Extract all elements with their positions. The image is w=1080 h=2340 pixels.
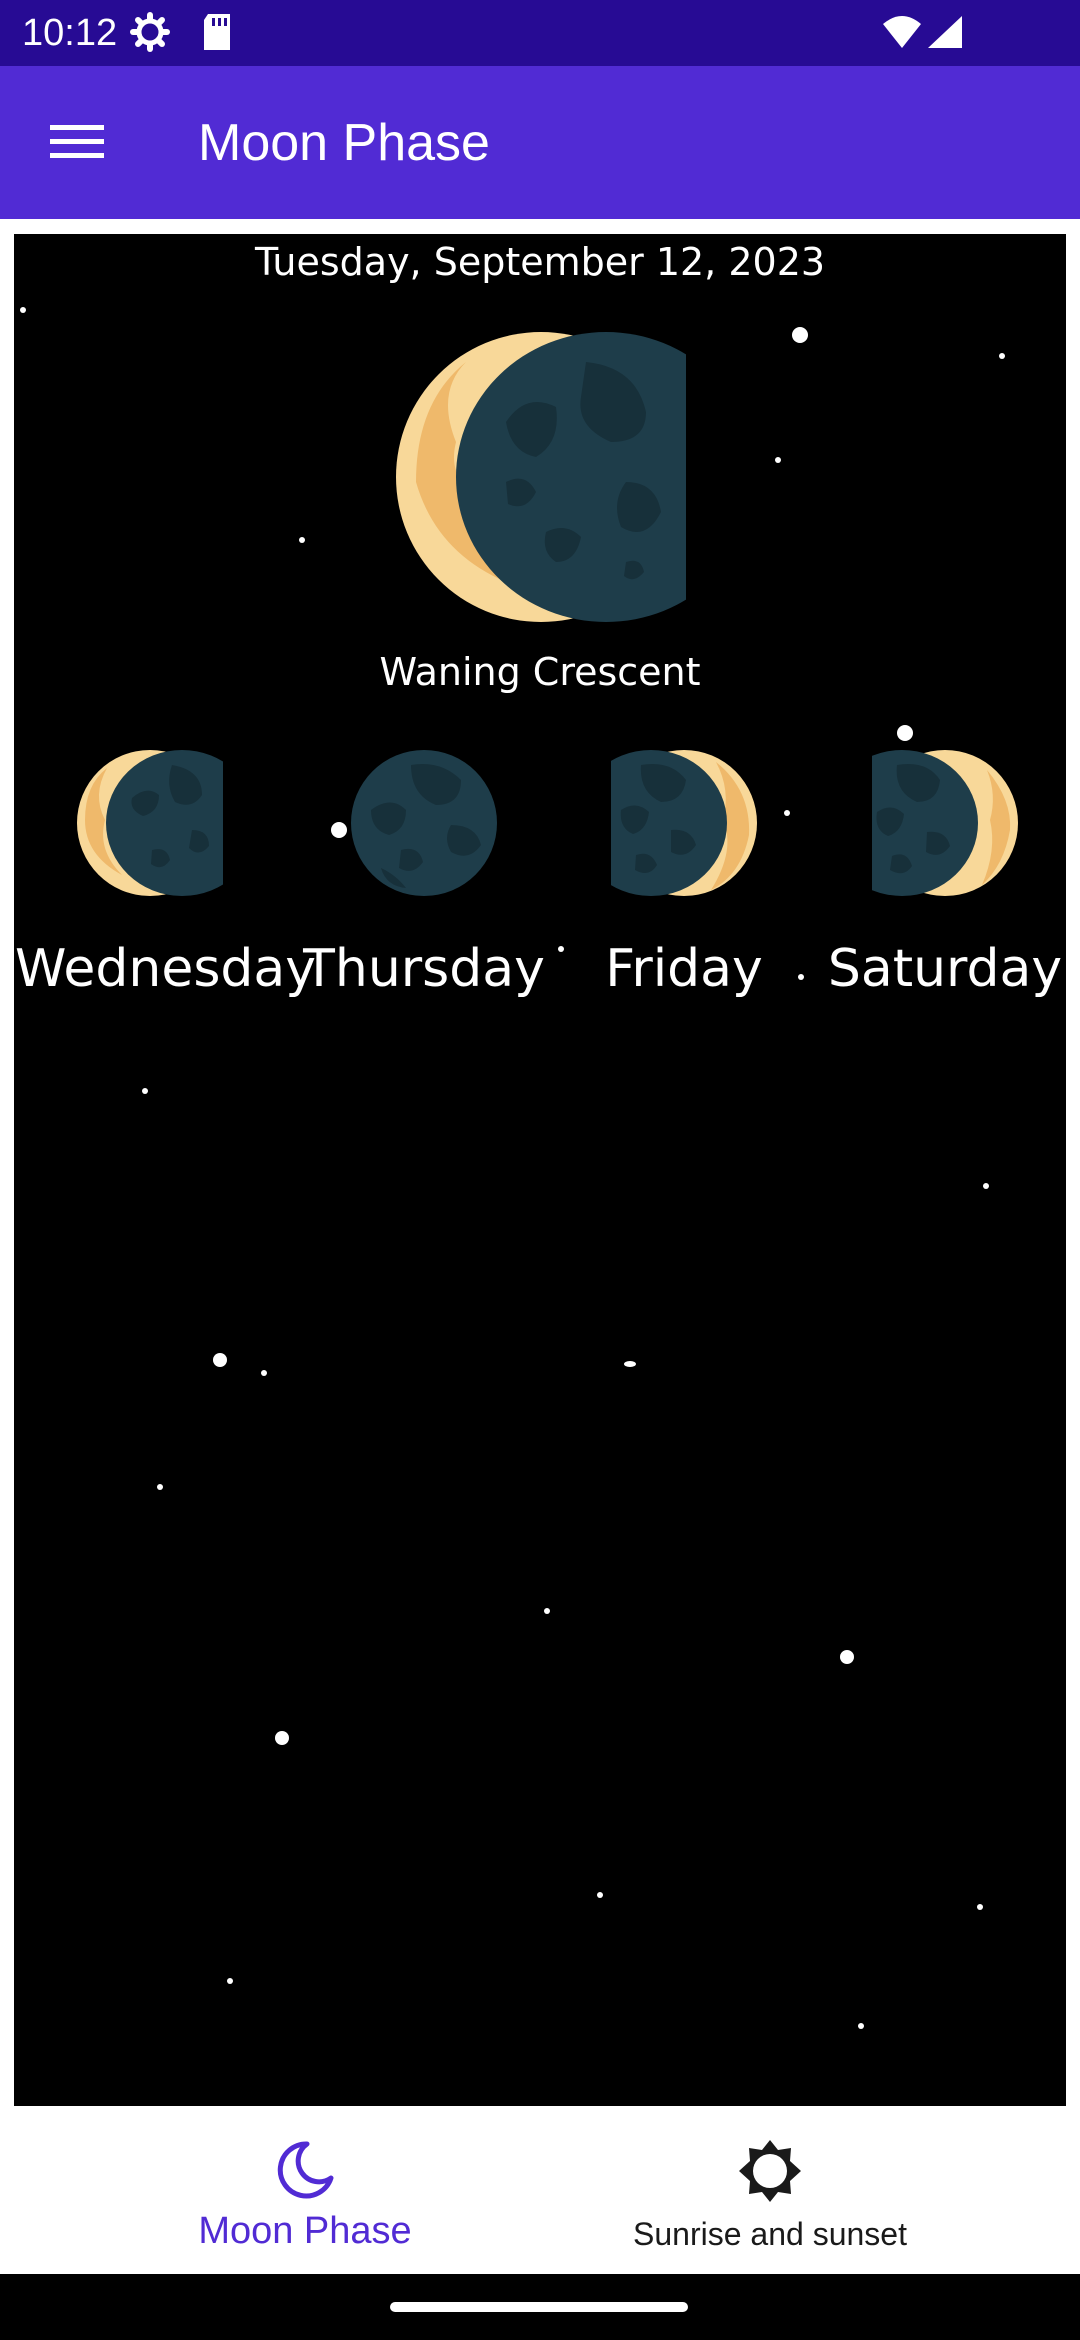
crescent-moon-icon [273, 2138, 337, 2206]
forecast-day-saturday: Saturday [827, 939, 1063, 999]
current-phase-name: Waning Crescent [379, 650, 701, 694]
app-bar: Moon Phase [0, 66, 1080, 219]
tab-sunrise-sunset-label: Sunrise and sunset [633, 2216, 907, 2252]
forecast-moon-thursday [351, 750, 497, 896]
tab-sunrise-sunset[interactable]: Sunrise and sunset [500, 2106, 1040, 2274]
bottom-navigation: Moon Phase Sunrise and sunset [0, 2106, 1080, 2274]
page-title: Moon Phase [198, 114, 490, 172]
status-bar: 10:12 [0, 0, 1080, 66]
gesture-navigation-area [0, 2274, 1080, 2340]
menu-button[interactable] [30, 106, 124, 180]
forecast-moon-saturday [826, 750, 1018, 896]
hamburger-menu-icon [50, 121, 104, 165]
wifi-icon [882, 14, 922, 54]
settings-gear-icon [130, 12, 170, 56]
cell-signal-icon [926, 14, 964, 54]
moon-phase-panel: Tuesday, September 12, 2023 Waning Cresc… [14, 234, 1066, 2106]
forecast-moon-friday [575, 750, 757, 896]
waning-crescent-moon-icon [396, 332, 756, 622]
forecast-day-wednesday: Wednesday [15, 939, 317, 999]
forecast-moon-wednesday [77, 750, 258, 896]
current-date: Tuesday, September 12, 2023 [254, 240, 826, 284]
status-time: 10:12 [22, 12, 118, 54]
forecast-day-thursday: Thursday [303, 939, 545, 999]
home-gesture-handle[interactable] [390, 2302, 688, 2312]
forecast-day-friday: Friday [605, 939, 763, 999]
tab-moon-phase-label: Moon Phase [198, 2210, 412, 2252]
tab-moon-phase[interactable]: Moon Phase [35, 2106, 575, 2274]
sd-card-icon [200, 12, 234, 56]
sun-icon [737, 2138, 803, 2208]
